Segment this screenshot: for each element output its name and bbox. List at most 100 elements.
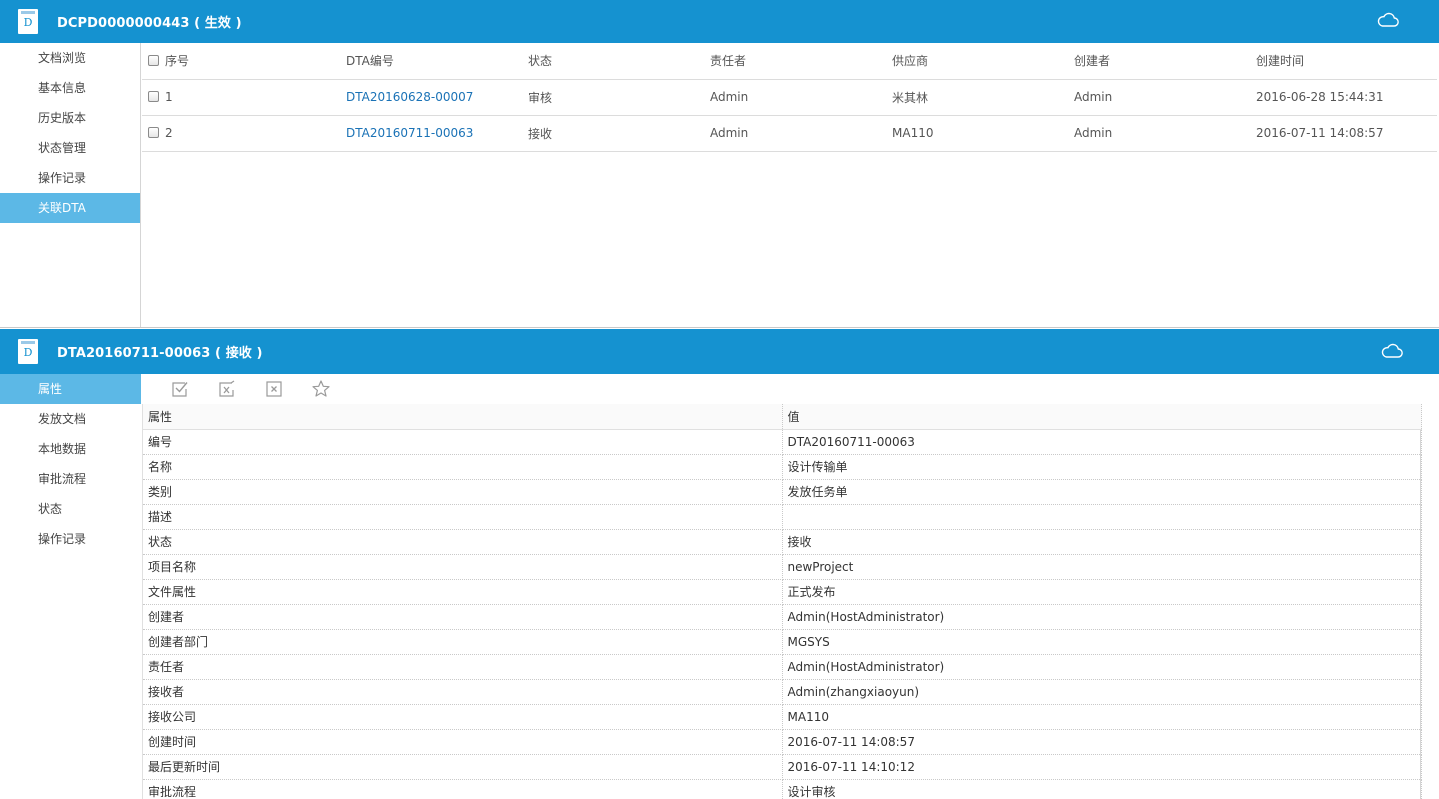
star-icon[interactable]: [311, 379, 331, 399]
cell-vendor: MA110: [892, 115, 1074, 152]
property-value: 正式发布: [782, 579, 1422, 605]
property-value: MA110: [782, 704, 1422, 730]
document-icon: D: [18, 339, 38, 364]
property-row: 编号 DTA20160711-00063: [143, 429, 1422, 455]
property-key: 接收公司: [143, 704, 783, 730]
sidebar-item[interactable]: 状态: [0, 494, 141, 524]
column-header-seq: 序号: [142, 43, 346, 80]
property-key: 描述: [143, 504, 783, 530]
close-icon[interactable]: [264, 379, 284, 399]
cell-vendor: 米其林: [892, 79, 1074, 116]
property-key: 最后更新时间: [143, 754, 783, 780]
property-row: 接收者 Admin(zhangxiaoyun): [143, 679, 1422, 705]
property-grid: 属性 值 编号 DTA20160711-00063 名称 设计传输单 类别 发放任务单 描述…: [142, 404, 1422, 799]
reject-icon[interactable]: [217, 379, 237, 399]
sidebar-item[interactable]: 发放文档: [0, 404, 141, 434]
property-value: 2016-07-11 14:10:12: [782, 754, 1422, 780]
document-sidebar: 文档浏览 基本信息 历史版本 状态管理 操作记录 关联DTA: [0, 43, 141, 327]
property-value: Admin(zhangxiaoyun): [782, 679, 1422, 705]
cloud-icon[interactable]: [1377, 11, 1399, 29]
property-value: Admin(HostAdministrator): [782, 604, 1422, 630]
cloud-icon[interactable]: [1381, 342, 1403, 360]
property-key: 责任者: [143, 654, 783, 680]
cell-owner: Admin: [710, 115, 892, 152]
sidebar-item[interactable]: 操作记录: [0, 524, 141, 554]
property-row: 状态 接收: [143, 529, 1422, 555]
cell-creator: Admin: [1074, 79, 1256, 116]
cell-dta-number: DTA20160628-00007: [346, 79, 528, 116]
document-title: DCPD0000000443 ( 生效 ): [57, 16, 242, 31]
dta-link[interactable]: DTA20160628-00007: [346, 90, 473, 104]
dta-sidebar: 属性 发放文档 本地数据 审批流程 状态 操作记录: [0, 374, 141, 799]
property-key: 审批流程: [143, 779, 783, 799]
table-row[interactable]: 2 DTA20160711-00063 接收 Admin MA110 Admin 2016-…: [142, 115, 1437, 152]
related-dta-panel: 序号 DTA编号 状态 责任者 供应商 创建者 创建时间 1 DTA2016062…: [142, 43, 1437, 327]
property-value: 2016-07-11 14:08:57: [782, 729, 1422, 755]
property-row: 名称 设计传输单: [143, 454, 1422, 480]
row-checkbox[interactable]: [148, 91, 159, 102]
document-icon: D: [18, 9, 38, 34]
sidebar-item[interactable]: 状态管理: [0, 133, 140, 163]
property-row: 创建时间 2016-07-11 14:08:57: [143, 729, 1422, 755]
sidebar-item[interactable]: 关联DTA: [0, 193, 140, 223]
dta-header: D DTA20160711-00063 ( 接收 ): [0, 329, 1439, 374]
property-header-row: 属性 值: [143, 404, 1422, 430]
document-header: D DCPD0000000443 ( 生效 ): [0, 0, 1439, 43]
property-key: 创建者: [143, 604, 783, 630]
property-key: 创建时间: [143, 729, 783, 755]
property-row: 描述: [143, 504, 1422, 530]
property-row: 责任者 Admin(HostAdministrator): [143, 654, 1422, 680]
column-header-created-time[interactable]: 创建时间: [1256, 43, 1437, 80]
dta-detail-pane: D DTA20160711-00063 ( 接收 ) 属性 发放文档 本地数据 审批流…: [0, 329, 1439, 799]
property-key: 创建者部门: [143, 629, 783, 655]
property-row: 最后更新时间 2016-07-11 14:10:12: [143, 754, 1422, 780]
select-all-checkbox[interactable]: [148, 55, 159, 67]
property-value: Admin(HostAdministrator): [782, 654, 1422, 680]
property-key: 类别: [143, 479, 783, 505]
property-key-header: 属性: [143, 404, 783, 430]
cell-created: 2016-06-28 15:44:31: [1256, 79, 1437, 116]
sidebar-item[interactable]: 审批流程: [0, 464, 141, 494]
approve-icon[interactable]: [170, 379, 190, 399]
sidebar-item[interactable]: 基本信息: [0, 73, 140, 103]
property-row: 类别 发放任务单: [143, 479, 1422, 505]
column-header-owner[interactable]: 责任者: [710, 43, 892, 80]
property-key: 状态: [143, 529, 783, 555]
cell-owner: Admin: [710, 79, 892, 116]
related-dta-table: 序号 DTA编号 状态 责任者 供应商 创建者 创建时间 1 DTA2016062…: [142, 43, 1437, 152]
cell-creator: Admin: [1074, 115, 1256, 152]
column-header-creator[interactable]: 创建者: [1074, 43, 1256, 80]
property-value: 接收: [782, 529, 1422, 555]
cell-seq: 2: [142, 115, 346, 152]
table-header-row: 序号 DTA编号 状态 责任者 供应商 创建者 创建时间: [142, 43, 1437, 80]
property-row: 审批流程 设计审核: [143, 779, 1422, 799]
cell-seq: 1: [142, 79, 346, 116]
property-value-header: 值: [782, 404, 1422, 430]
column-header-vendor[interactable]: 供应商: [892, 43, 1074, 80]
column-header-status[interactable]: 状态: [528, 43, 710, 80]
dta-link[interactable]: DTA20160711-00063: [346, 126, 473, 140]
property-key: 项目名称: [143, 554, 783, 580]
property-row: 创建者 Admin(HostAdministrator): [143, 604, 1422, 630]
cell-dta-number: DTA20160711-00063: [346, 115, 528, 152]
sidebar-item[interactable]: 历史版本: [0, 103, 140, 133]
property-key: 编号: [143, 429, 783, 455]
property-value: 发放任务单: [782, 479, 1422, 505]
dta-toolbar: [142, 374, 1439, 404]
property-key: 文件属性: [143, 579, 783, 605]
cell-status: 审核: [528, 79, 710, 116]
table-row[interactable]: 1 DTA20160628-00007 审核 Admin 米其林 Admin 2016-06…: [142, 79, 1437, 116]
cell-status: 接收: [528, 115, 710, 152]
sidebar-item[interactable]: 本地数据: [0, 434, 141, 464]
sidebar-item[interactable]: 属性: [0, 374, 141, 404]
row-checkbox[interactable]: [148, 127, 159, 138]
property-row: 文件属性 正式发布: [143, 579, 1422, 605]
sidebar-item[interactable]: 操作记录: [0, 163, 140, 193]
property-value: newProject: [782, 554, 1422, 580]
property-row: 接收公司 MA110: [143, 704, 1422, 730]
property-row: 创建者部门 MGSYS: [143, 629, 1422, 655]
property-value: 设计传输单: [782, 454, 1422, 480]
column-header-dta-number[interactable]: DTA编号: [346, 43, 528, 80]
sidebar-item[interactable]: 文档浏览: [0, 43, 140, 73]
property-value: DTA20160711-00063: [782, 429, 1422, 455]
